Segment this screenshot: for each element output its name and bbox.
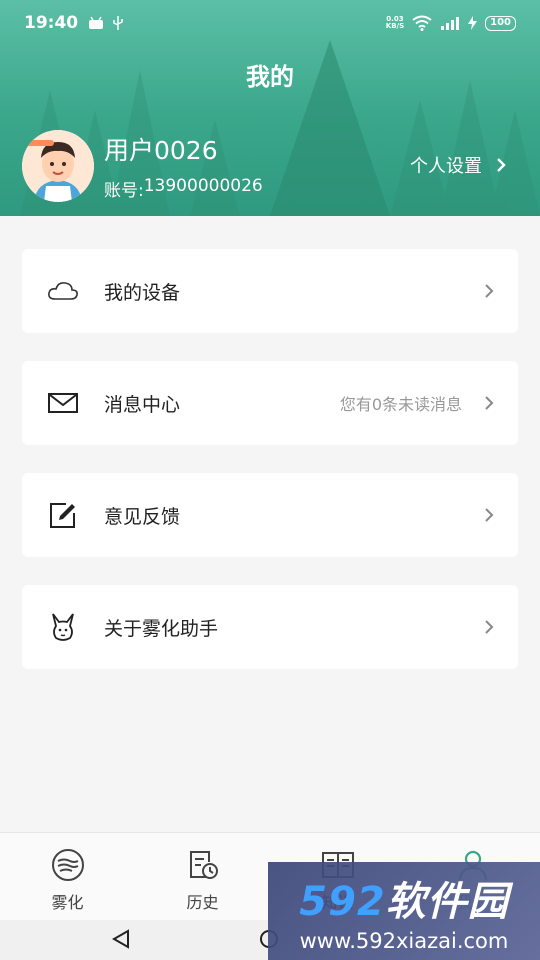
usb-icon [113,16,123,30]
avatar-illustration-icon [22,130,94,202]
chevron-right-icon [485,508,494,522]
profile-header: 19:40 0.03 KB/S 100 我的 用户0026 账号: 139000… [0,0,540,216]
watermark-url: www.592xiazai.com [299,929,509,953]
avatar[interactable] [22,130,94,202]
tab-atomize[interactable]: 雾化 [0,833,135,920]
atomize-icon [48,847,88,883]
status-bar: 19:40 0.03 KB/S 100 [0,0,540,46]
cloud-icon [46,274,80,308]
account-label: 账号: [104,181,144,201]
history-icon [183,847,223,883]
status-time: 19:40 [24,13,79,33]
android-icon [89,16,104,29]
edit-icon [46,498,80,532]
menu-item-label: 意见反馈 [104,505,181,528]
username: 用户0026 [104,136,218,165]
menu-item-label: 我的设备 [104,281,181,304]
tab-history[interactable]: 历史 [135,833,270,920]
menu-item-message-center[interactable]: 消息中心 您有0条未读消息 [22,361,518,445]
menu-item-my-devices[interactable]: 我的设备 [22,249,518,333]
charging-icon [468,16,478,30]
chevron-right-icon [497,158,506,172]
menu-item-feedback[interactable]: 意见反馈 [22,473,518,557]
chevron-right-icon [485,396,494,410]
net-speed: 0.03 KB/S [385,15,405,30]
tab-label: 历史 [186,893,219,912]
rabbit-icon [46,610,80,644]
menu-item-label: 消息中心 [104,393,181,416]
personal-settings-link[interactable]: 个人设置 [410,152,506,178]
unread-messages-hint: 您有0条未读消息 [339,395,462,414]
watermark-brand: 592软件园 [299,879,509,925]
signal-icon [441,17,460,30]
battery-indicator: 100 [485,15,516,31]
menu-item-about[interactable]: 关于雾化助手 [22,585,518,669]
account-number: 13900000026 [143,176,263,196]
menu-item-label: 关于雾化助手 [104,617,219,640]
back-triangle-icon[interactable] [110,928,132,950]
account-line: 账号: 13900000026 [104,176,263,201]
page-title: 我的 [246,63,294,91]
chevron-right-icon [485,620,494,634]
watermark-logo: 592软件园 www.592xiazai.com [268,862,540,960]
wifi-icon [412,15,432,31]
mail-icon [46,386,80,420]
tab-label: 雾化 [51,893,84,912]
chevron-right-icon [485,284,494,298]
personal-settings-label: 个人设置 [410,156,482,177]
